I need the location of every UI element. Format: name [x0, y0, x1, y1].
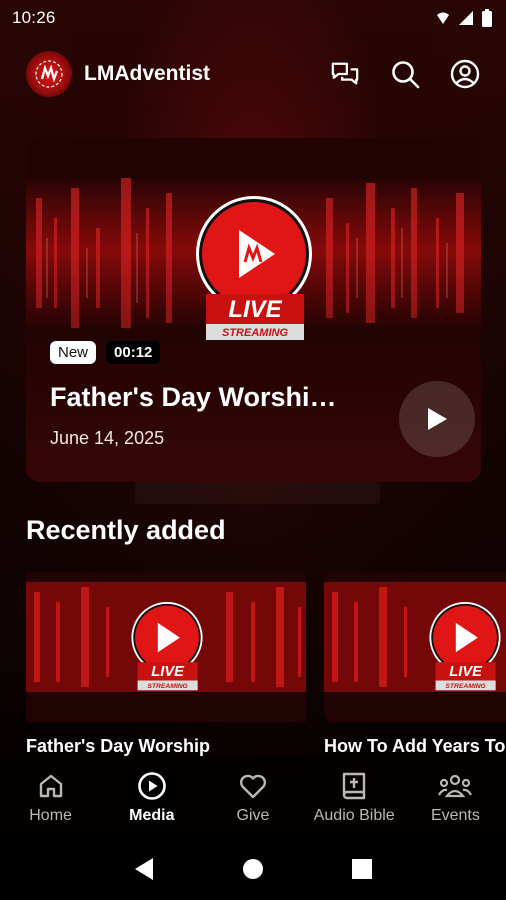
app-actions: [330, 59, 480, 89]
nav-item-events[interactable]: Events: [405, 758, 506, 838]
live-text: LIVE: [228, 296, 282, 323]
recent-video-title[interactable]: How To Add Years To: [324, 736, 505, 757]
home-icon: [39, 774, 62, 798]
status-icons: [436, 9, 492, 27]
app-title: LMAdventist: [84, 62, 210, 85]
nav-item-media[interactable]: Media: [101, 758, 202, 838]
app-bar: LMAdventist: [26, 48, 480, 100]
account-icon: [450, 59, 480, 89]
recent-video-title[interactable]: Father's Day Worship: [26, 736, 210, 757]
live-streaming-badge: LIVE STREAMING: [196, 196, 312, 340]
signal-icon: [437, 12, 449, 24]
nav-label-audio-bible: Audio Bible: [313, 807, 395, 824]
search-button[interactable]: [390, 59, 420, 89]
play-button[interactable]: [399, 381, 475, 457]
status-bar: 10:26: [0, 0, 506, 36]
hero-date: June 14, 2025: [50, 428, 165, 448]
app-logo: [26, 51, 72, 97]
chat-icon: [331, 62, 359, 85]
live-streaming-badge: LIVE STREAMING: [429, 602, 501, 691]
featured-video-card[interactable]: LIVE STREAMING New 00:12 Father's Day Wo…: [26, 138, 481, 482]
recents-icon[interactable]: [351, 858, 373, 880]
nav-label-home: Home: [29, 807, 72, 824]
duration-badge: 00:12: [106, 341, 161, 364]
nav-item-audio-bible[interactable]: Audio Bible: [304, 758, 405, 838]
home-circle-icon[interactable]: [241, 857, 265, 881]
recent-video-thumbnail[interactable]: LIVE STREAMING: [26, 572, 306, 722]
streaming-text: STREAMING: [445, 683, 486, 690]
nav-label-give: Give: [236, 807, 270, 824]
people-icon: [438, 774, 473, 798]
nav-label-events: Events: [430, 807, 480, 824]
nav-label-media: Media: [129, 807, 175, 824]
cell-signal-icon: [459, 11, 473, 25]
chat-button[interactable]: [330, 59, 360, 89]
live-text: LIVE: [151, 664, 185, 680]
search-icon: [392, 61, 420, 89]
logo-mark-icon: [35, 60, 63, 88]
bible-icon: [343, 772, 366, 800]
streaming-text: STREAMING: [222, 327, 288, 339]
live-text: LIVE: [449, 664, 483, 680]
play-circle-icon: [137, 772, 166, 800]
battery-icon: [482, 9, 492, 27]
recent-video-thumbnail[interactable]: LIVE STREAMING: [324, 572, 506, 722]
streaming-text: STREAMING: [147, 683, 188, 690]
nav-item-home[interactable]: Home: [0, 758, 101, 838]
bottom-navigation: Home Media Give Audio Bible Events: [0, 758, 506, 838]
system-navigation-bar: [0, 838, 506, 900]
new-badge: New: [50, 341, 97, 364]
back-icon[interactable]: [133, 857, 155, 881]
heart-icon: [239, 774, 267, 799]
status-time: 10:26: [12, 8, 56, 27]
nav-item-give[interactable]: Give: [202, 758, 303, 838]
hero-chips: New 00:12: [50, 341, 161, 364]
live-streaming-badge: LIVE STREAMING: [131, 602, 203, 691]
section-title-recently-added: Recently added: [26, 515, 226, 545]
background-reflection: [135, 482, 380, 504]
play-icon: [428, 408, 447, 430]
hero-title: Father's Day Worshi…: [50, 382, 337, 412]
profile-button[interactable]: [450, 59, 480, 89]
